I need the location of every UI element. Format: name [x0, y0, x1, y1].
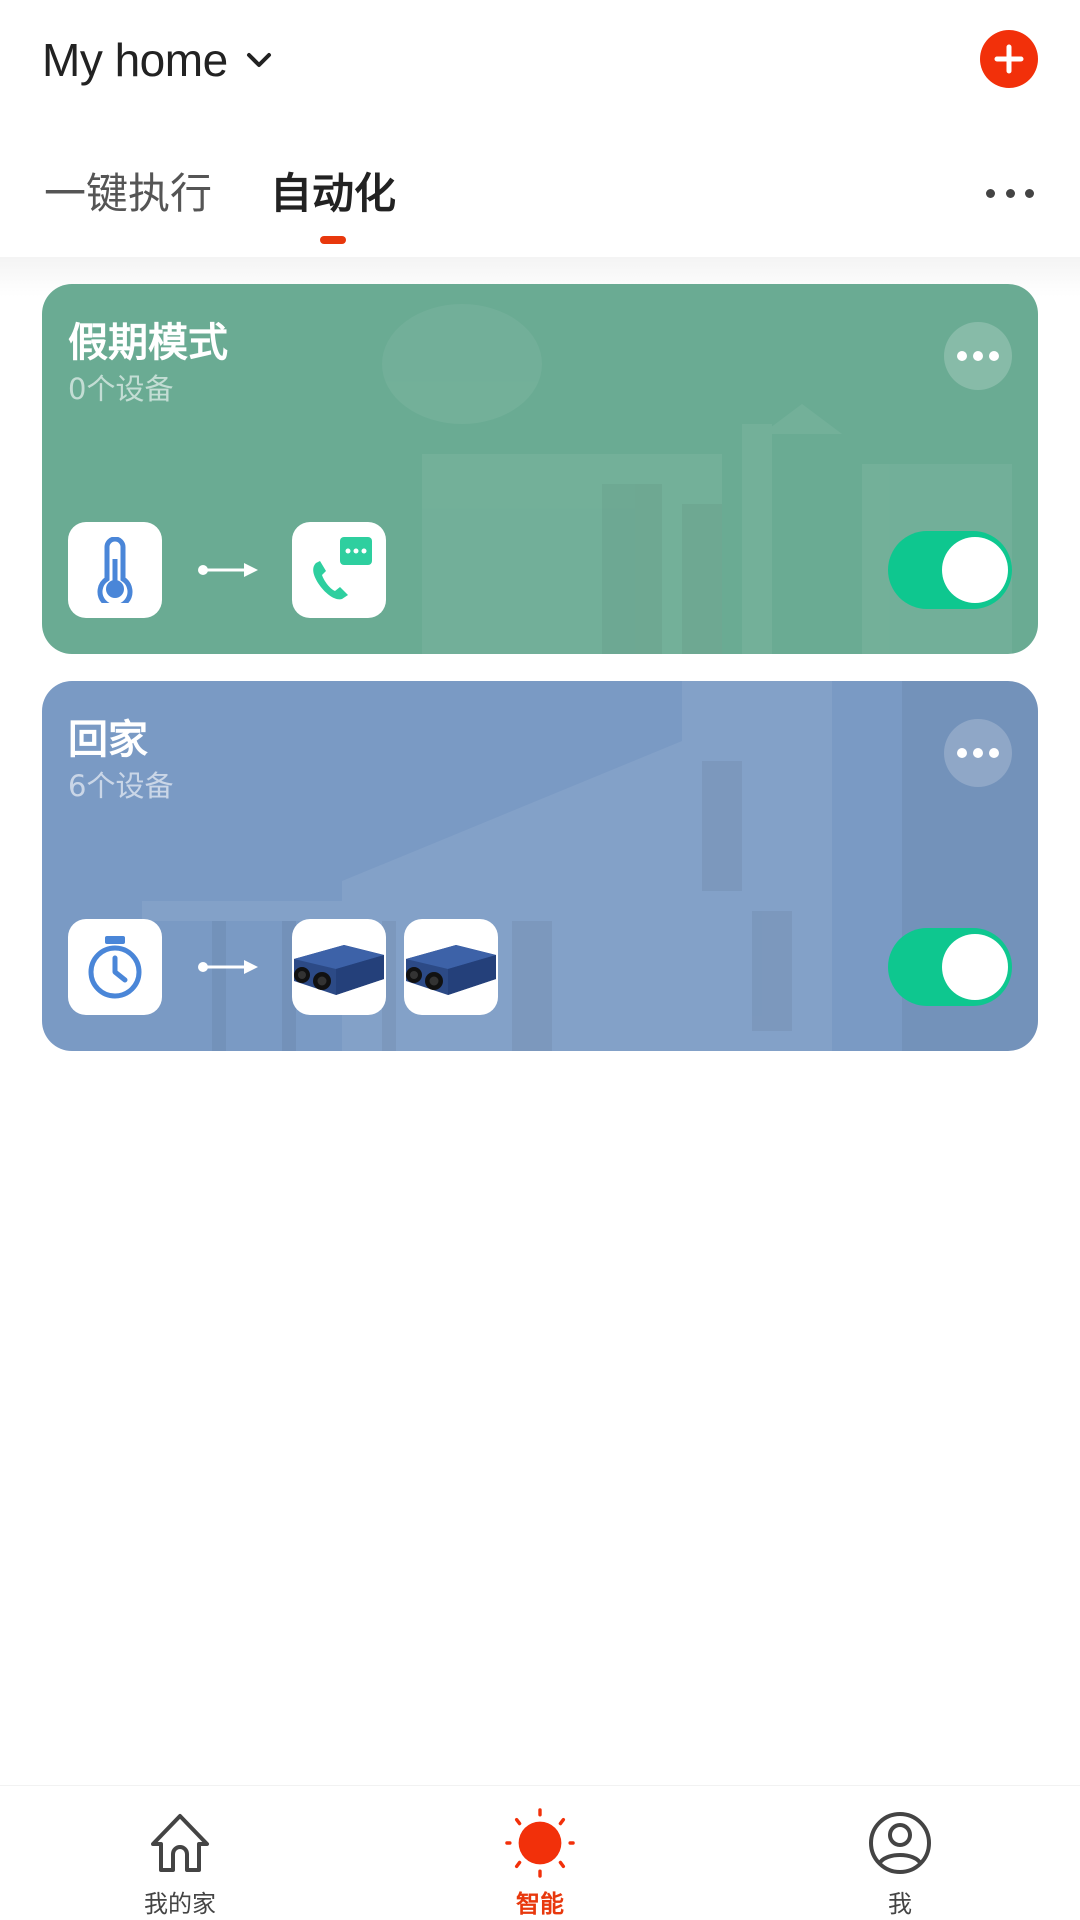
ventilation-unit-device-image	[294, 945, 384, 995]
nav-my-home[interactable]: 我的家	[80, 1786, 280, 1920]
dot	[1005, 188, 1015, 198]
automation-card[interactable]: 假期模式 0个设备	[42, 284, 1038, 654]
automation-list: 假期模式 0个设备 回家 6个设备	[0, 257, 1080, 1785]
tab-bar: 一键执行 自动化	[0, 150, 1080, 250]
sun-icon	[505, 1808, 575, 1878]
automation-title: 回家	[68, 717, 148, 763]
card-more-button[interactable]	[944, 322, 1012, 390]
automation-card[interactable]: 回家 6个设备	[42, 681, 1038, 1051]
tab-one-click[interactable]: 一键执行	[44, 160, 212, 221]
nav-me[interactable]: 我	[800, 1786, 1000, 1920]
thermometer-icon	[97, 537, 133, 603]
add-button[interactable]	[980, 30, 1038, 88]
header: My home 一键执行 自动化	[0, 0, 1080, 257]
tab-automation[interactable]: 自动化	[270, 160, 396, 221]
toggle-knob	[942, 934, 1008, 1000]
nav-label: 智能	[516, 1890, 564, 1918]
bottom-nav: 我的家 智能 我	[0, 1785, 1080, 1920]
chevron-down-icon	[246, 47, 272, 73]
action-device-tile	[292, 919, 386, 1015]
automation-toggle[interactable]	[888, 531, 1012, 609]
home-icon	[145, 1808, 215, 1878]
automation-toggle[interactable]	[888, 928, 1012, 1006]
condition-tile	[68, 919, 162, 1015]
condition-tile	[68, 522, 162, 618]
dot	[989, 748, 999, 758]
arrow-icon	[198, 563, 258, 577]
nav-smart[interactable]: 智能	[440, 1786, 640, 1920]
automation-title: 假期模式	[68, 320, 228, 366]
phone-message-icon	[313, 537, 372, 600]
nav-label: 我的家	[144, 1890, 216, 1918]
arrow-icon	[198, 960, 258, 974]
dot	[989, 351, 999, 361]
dot	[973, 748, 983, 758]
ventilation-unit-device-image	[406, 945, 496, 995]
card-background-image	[142, 681, 1038, 1051]
home-title: My home	[42, 34, 228, 86]
plus-icon	[994, 44, 1024, 74]
dot	[957, 748, 967, 758]
timer-icon	[88, 936, 142, 999]
device-count: 0个设备	[68, 372, 174, 406]
dot	[1025, 188, 1034, 198]
dot	[986, 188, 995, 198]
toggle-knob	[942, 537, 1008, 603]
active-tab-indicator	[320, 236, 346, 244]
home-selector[interactable]: My home	[42, 30, 272, 90]
card-more-button[interactable]	[944, 719, 1012, 787]
action-device-tile	[404, 919, 498, 1015]
device-count: 6个设备	[68, 769, 174, 803]
more-options-button[interactable]	[986, 178, 1034, 208]
nav-label: 我	[888, 1890, 912, 1918]
action-tile	[292, 522, 386, 618]
profile-icon	[865, 1808, 935, 1878]
dot	[957, 351, 967, 361]
dot	[973, 351, 983, 361]
